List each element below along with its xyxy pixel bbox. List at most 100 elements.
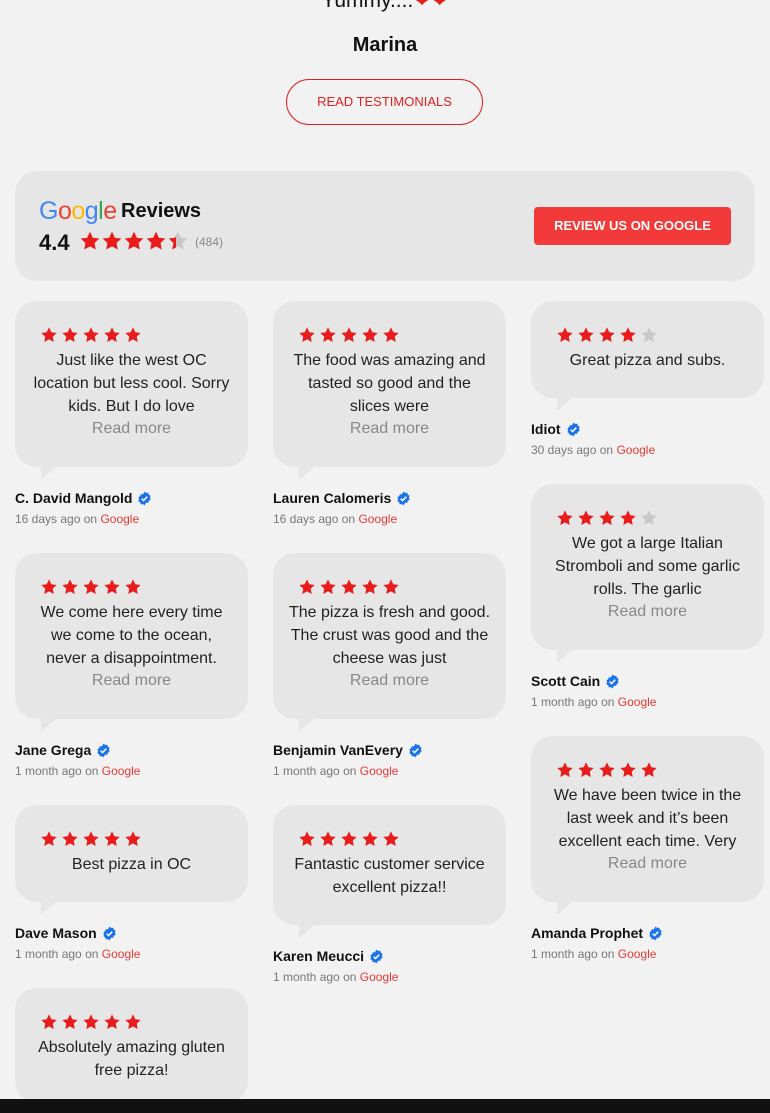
- verified-check-icon: [409, 743, 422, 757]
- review-source-link[interactable]: Google: [360, 764, 399, 778]
- star-icon: [599, 510, 615, 525]
- review-age: 16 days ago: [15, 512, 81, 526]
- review-source-link[interactable]: Google: [616, 443, 655, 457]
- review-source-link[interactable]: Google: [358, 512, 397, 526]
- star-icon: [299, 831, 315, 846]
- reviewer-name[interactable]: Benjamin VanEvery: [273, 742, 423, 758]
- review-source-link[interactable]: Google: [618, 695, 657, 709]
- review-source-link[interactable]: Google: [618, 947, 657, 961]
- reviewer-name-text: Karen Meucci: [273, 948, 365, 964]
- review-card: We got a large Italian Stromboli and som…: [531, 484, 764, 663]
- review-source-prefix: on: [341, 512, 356, 526]
- review-text: Great pizza and subs.: [569, 352, 726, 369]
- star-icon: [641, 327, 657, 342]
- star-icon: [557, 327, 573, 342]
- star-icon: [125, 579, 141, 594]
- review-source-link[interactable]: Google: [102, 947, 141, 961]
- star-icon: [383, 831, 399, 846]
- read-more-link[interactable]: Read more: [273, 420, 506, 438]
- verified-check-icon: [103, 926, 116, 940]
- star-icon: [104, 831, 120, 846]
- review-card: We have been twice in the last week and …: [531, 736, 764, 915]
- star-icon: [41, 1014, 57, 1029]
- verified-check-icon: [606, 674, 619, 688]
- reviewer-name-text: Idiot: [531, 421, 561, 437]
- review-source-prefix: on: [85, 764, 99, 778]
- review-text: The food was amazing and tasted so good …: [293, 352, 486, 415]
- review-card: Absolutely amazing gluten free pizza!: [15, 988, 248, 1113]
- testimonial-quote: Yummy....❤❤: [0, 0, 770, 13]
- reviewer-name[interactable]: Lauren Calomeris: [273, 490, 411, 506]
- reviewer-name[interactable]: Scott Cain: [531, 673, 620, 689]
- star-icon: [620, 762, 636, 777]
- star-icon: [557, 510, 573, 525]
- star-icon: [80, 231, 100, 250]
- review-text: Best pizza in OC: [71, 856, 192, 873]
- star-icon: [620, 327, 636, 342]
- review-text: We come here every time we come to the o…: [40, 604, 223, 667]
- star-icon: [62, 1014, 78, 1029]
- star-icon: [341, 327, 357, 342]
- star-icon: [104, 327, 120, 342]
- star-icon: [102, 231, 122, 250]
- star-icon: [299, 327, 315, 342]
- review-meta: 1 month ago on Google: [15, 764, 140, 778]
- reviewer-name[interactable]: Karen Meucci: [273, 948, 384, 964]
- testimonial-author: Marina: [352, 34, 418, 56]
- star-icon: [146, 231, 166, 250]
- review-source-link[interactable]: Google: [100, 512, 139, 526]
- read-more-link[interactable]: Read more: [531, 855, 764, 873]
- reviewer-name[interactable]: Jane Grega: [15, 742, 111, 758]
- heart-icon: ❤❤: [413, 0, 449, 12]
- star-icon: [41, 579, 57, 594]
- star-icon: [125, 831, 141, 846]
- star-icon: [62, 579, 78, 594]
- review-card: We come here every time we come to the o…: [15, 553, 248, 732]
- google-logo: Google: [39, 197, 117, 225]
- reviewer-name[interactable]: Dave Mason: [15, 925, 117, 941]
- review-source-link[interactable]: Google: [360, 970, 399, 984]
- reviewer-name[interactable]: Amanda Prophet: [531, 925, 663, 941]
- verified-check-icon: [397, 491, 410, 505]
- review-meta: 16 days ago on Google: [15, 512, 139, 526]
- star-icon: [62, 327, 78, 342]
- star-icon: [83, 831, 99, 846]
- reviews-summary: Google Reviews 4.4 (484) REVIEW US ON GO…: [15, 171, 755, 281]
- reviewer-name-text: Benjamin VanEvery: [273, 742, 403, 758]
- read-more-link[interactable]: Read more: [273, 672, 506, 690]
- read-more-link[interactable]: Read more: [15, 672, 248, 690]
- review-text: Absolutely amazing gluten free pizza!: [38, 1039, 225, 1079]
- star-icon: [320, 831, 336, 846]
- review-meta: 30 days ago on Google: [531, 443, 655, 457]
- star-icon: [83, 1014, 99, 1029]
- review-text: Just like the west OC location but less …: [33, 352, 230, 415]
- star-icon: [362, 579, 378, 594]
- review-age: 30 days ago: [531, 443, 597, 457]
- read-more-link[interactable]: Read more: [531, 603, 764, 621]
- reviewer-name[interactable]: Idiot: [531, 421, 581, 437]
- review-rating-stars: [298, 326, 403, 344]
- review-card: Great pizza and subs.: [531, 301, 764, 411]
- review-age: 1 month ago: [15, 947, 82, 961]
- testimonial-quote-text: Yummy....: [321, 0, 414, 12]
- star-icon: [599, 762, 615, 777]
- reviewer-name[interactable]: C. David Mangold: [15, 490, 152, 506]
- average-rating-stars: [79, 230, 189, 257]
- review-source-prefix: on: [85, 947, 99, 961]
- review-source-link[interactable]: Google: [102, 764, 141, 778]
- reviewer-name-text: C. David Mangold: [15, 490, 133, 506]
- review-us-on-google-button[interactable]: REVIEW US ON GOOGLE: [534, 207, 731, 245]
- star-icon: [599, 327, 615, 342]
- read-testimonials-button[interactable]: READ TESTIMONIALS: [286, 79, 483, 125]
- reviewer-name-text: Lauren Calomeris: [273, 490, 392, 506]
- review-source-prefix: on: [83, 512, 98, 526]
- read-more-link[interactable]: Read more: [15, 420, 248, 438]
- star-icon: [578, 327, 594, 342]
- star-icon: [41, 327, 57, 342]
- reviews-heading: Reviews: [121, 200, 202, 222]
- star-icon: [578, 762, 594, 777]
- review-meta: 1 month ago on Google: [531, 947, 656, 961]
- reviewer-name-text: Jane Grega: [15, 742, 92, 758]
- star-icon: [362, 327, 378, 342]
- star-icon: [104, 1014, 120, 1029]
